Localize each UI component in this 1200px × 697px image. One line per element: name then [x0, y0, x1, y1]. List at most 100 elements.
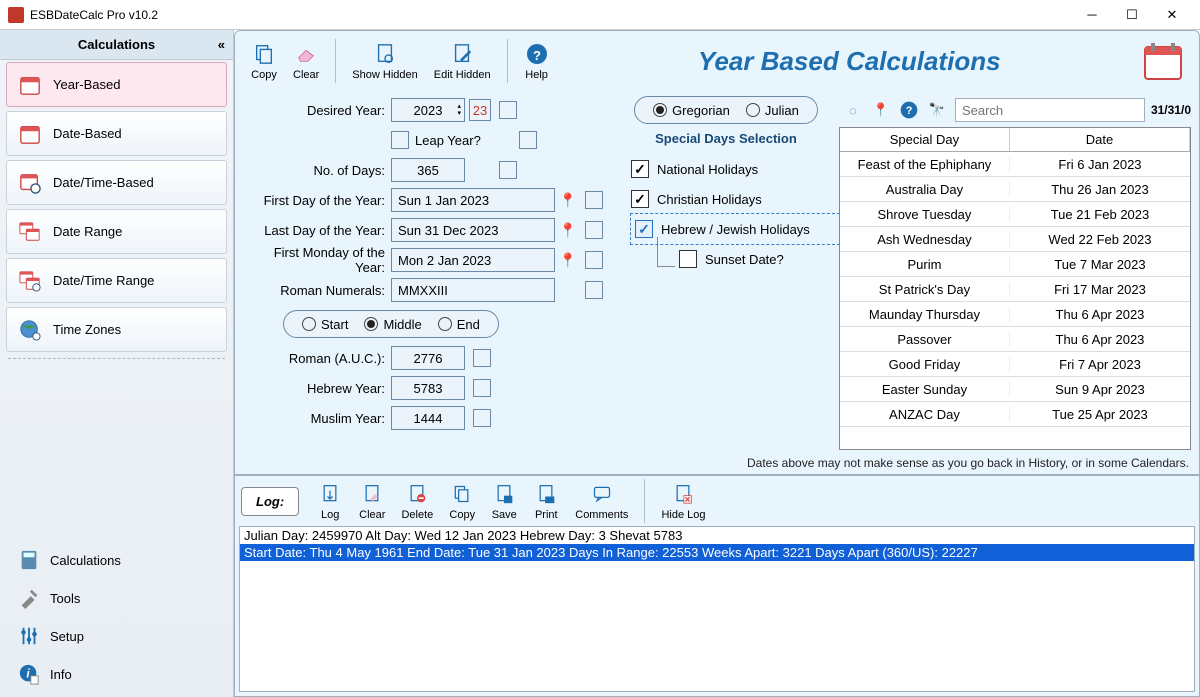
cell-date: Thu 6 Apr 2023: [1010, 307, 1190, 322]
comment-icon: [589, 481, 615, 507]
show-hidden-button[interactable]: Show Hidden: [344, 39, 425, 83]
desired-year-input[interactable]: 2023: [391, 98, 465, 122]
christian-holidays-checkbox[interactable]: [631, 190, 649, 208]
log-copy-button[interactable]: Copy: [441, 479, 483, 523]
bottom-item-calculations[interactable]: Calculations: [0, 541, 233, 579]
muslim-year-input[interactable]: [391, 406, 465, 430]
leap-year-checkbox[interactable]: [391, 131, 409, 149]
pin-icon[interactable]: 📍: [559, 221, 577, 239]
radio-gregorian[interactable]: Gregorian: [653, 103, 730, 118]
table-row[interactable]: Australia DayThu 26 Jan 2023: [840, 177, 1190, 202]
log-delete-button[interactable]: Delete: [393, 479, 441, 523]
last-day-hide-checkbox[interactable]: [585, 221, 603, 239]
tools-icon: [18, 587, 40, 609]
clear-button[interactable]: Clear: [285, 39, 327, 83]
log-save-button[interactable]: Save: [483, 479, 525, 523]
close-button[interactable]: ✕: [1152, 1, 1192, 29]
pin-icon[interactable]: 📍: [559, 251, 577, 269]
log-clear-button[interactable]: Clear: [351, 479, 393, 523]
history-note: Dates above may not make sense as you go…: [235, 450, 1199, 474]
hebrew-holidays-checkbox[interactable]: [635, 220, 653, 238]
collapse-sidebar-icon[interactable]: «: [218, 37, 225, 52]
auc-hide-checkbox[interactable]: [473, 349, 491, 367]
special-days-heading: Special Days Selection: [613, 131, 839, 146]
cell-date: Tue 21 Feb 2023: [1010, 207, 1190, 222]
nodays-hide-checkbox[interactable]: [499, 161, 517, 179]
sidebar-item-datetime-range[interactable]: Date/Time Range: [6, 258, 227, 303]
bottom-item-tools[interactable]: Tools: [0, 579, 233, 617]
binoculars-icon[interactable]: 🔭: [926, 99, 948, 121]
table-header-special-day[interactable]: Special Day: [840, 128, 1010, 151]
first-monday-hide-checkbox[interactable]: [585, 251, 603, 269]
window-title: ESBDateCalc Pro v10.2: [30, 8, 1072, 22]
table-row[interactable]: Good FridayFri 7 Apr 2023: [840, 352, 1190, 377]
muslim-year-hide-checkbox[interactable]: [473, 409, 491, 427]
table-row[interactable]: Feast of the EphiphanyFri 6 Jan 2023: [840, 152, 1190, 177]
cell-special-day: Australia Day: [840, 182, 1010, 197]
cell-special-day: Maunday Thursday: [840, 307, 1010, 322]
radio-julian[interactable]: Julian: [746, 103, 799, 118]
radio-end[interactable]: End: [438, 317, 480, 332]
radio-middle[interactable]: Middle: [364, 317, 421, 332]
log-comments-button[interactable]: Comments: [567, 479, 636, 523]
radio-start[interactable]: Start: [302, 317, 348, 332]
log-content[interactable]: Julian Day: 2459970 Alt Day: Wed 12 Jan …: [239, 526, 1195, 692]
table-header-date[interactable]: Date: [1010, 128, 1190, 151]
national-holidays-row[interactable]: National Holidays: [631, 154, 839, 184]
maximize-button[interactable]: ☐: [1112, 1, 1152, 29]
sidebar-item-year-based[interactable]: Year-Based: [6, 62, 227, 107]
log-button[interactable]: Log: [309, 479, 351, 523]
log-print-button[interactable]: Print: [525, 479, 567, 523]
log-line[interactable]: Julian Day: 2459970 Alt Day: Wed 12 Jan …: [240, 527, 1194, 544]
sidebar-item-datetime-based[interactable]: Date/Time-Based: [6, 160, 227, 205]
year-form: Desired Year: 2023 23 Leap Year? No. of …: [243, 95, 613, 450]
auc-input[interactable]: [391, 346, 465, 370]
help-icon[interactable]: ?: [898, 99, 920, 121]
calendar-picker-button[interactable]: 23: [469, 99, 491, 121]
loading-icon: ◌: [842, 99, 864, 121]
table-row[interactable]: Shrove TuesdayTue 21 Feb 2023: [840, 202, 1190, 227]
table-row[interactable]: PurimTue 7 Mar 2023: [840, 252, 1190, 277]
sunset-date-checkbox[interactable]: [679, 250, 697, 268]
sidebar-item-label: Year-Based: [53, 77, 120, 92]
table-row[interactable]: Maunday ThursdayThu 6 Apr 2023: [840, 302, 1190, 327]
hebrew-year-hide-checkbox[interactable]: [473, 379, 491, 397]
sidebar-item-time-zones[interactable]: Time Zones: [6, 307, 227, 352]
first-day-hide-checkbox[interactable]: [585, 191, 603, 209]
table-row[interactable]: Ash WednesdayWed 22 Feb 2023: [840, 227, 1190, 252]
edit-hidden-button[interactable]: Edit Hidden: [426, 39, 499, 83]
table-row[interactable]: St Patrick's DayFri 17 Mar 2023: [840, 277, 1190, 302]
last-day-input[interactable]: [391, 218, 555, 242]
help-button[interactable]: ?Help: [516, 39, 558, 83]
first-day-input[interactable]: [391, 188, 555, 212]
pin-icon[interactable]: 📍: [559, 191, 577, 209]
table-row[interactable]: ANZAC DayTue 25 Apr 2023: [840, 402, 1190, 427]
cell-special-day: Shrove Tuesday: [840, 207, 1010, 222]
sidebar-item-date-based[interactable]: Date-Based: [6, 111, 227, 156]
national-holidays-checkbox[interactable]: [631, 160, 649, 178]
pin-icon[interactable]: 📍: [870, 99, 892, 121]
position-radio-group: Start Middle End: [283, 310, 499, 338]
search-input[interactable]: [955, 98, 1145, 122]
minimize-button[interactable]: ─: [1072, 1, 1112, 29]
hebrew-year-input[interactable]: [391, 376, 465, 400]
desired-year-hide-checkbox[interactable]: [499, 101, 517, 119]
cell-date: Tue 7 Mar 2023: [1010, 257, 1190, 272]
table-row[interactable]: Easter SundaySun 9 Apr 2023: [840, 377, 1190, 402]
bottom-item-info[interactable]: i Info: [0, 655, 233, 693]
first-monday-input[interactable]: [391, 248, 555, 272]
roman-hide-checkbox[interactable]: [585, 281, 603, 299]
copy-button[interactable]: Copy: [243, 39, 285, 83]
bottom-item-setup[interactable]: Setup: [0, 617, 233, 655]
christian-holidays-row[interactable]: Christian Holidays: [631, 184, 839, 214]
sidebar-item-date-range[interactable]: Date Range: [6, 209, 227, 254]
sunset-date-row[interactable]: Sunset Date?: [657, 244, 839, 274]
roman-input[interactable]: [391, 278, 555, 302]
cell-date: Fri 6 Jan 2023: [1010, 157, 1190, 172]
table-row[interactable]: PassoverThu 6 Apr 2023: [840, 327, 1190, 352]
titlebar: ESBDateCalc Pro v10.2 ─ ☐ ✕: [0, 0, 1200, 30]
hide-log-button[interactable]: Hide Log: [653, 479, 713, 523]
leap-year-hide-checkbox[interactable]: [519, 131, 537, 149]
log-line-selected[interactable]: Start Date: Thu 4 May 1961 End Date: Tue…: [240, 544, 1194, 561]
nodays-input[interactable]: [391, 158, 465, 182]
